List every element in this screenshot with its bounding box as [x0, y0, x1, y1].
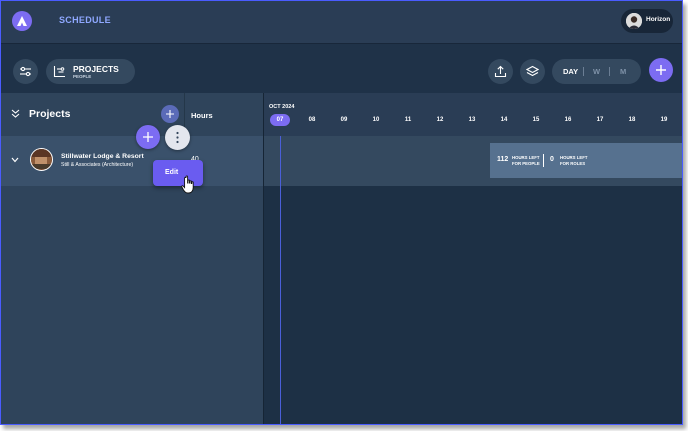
range-month[interactable]: M	[620, 67, 626, 76]
range-divider	[583, 67, 584, 76]
projects-view-icon	[53, 66, 65, 78]
app-window: SCHEDULE Horizon PROJECTS PEOPLE DAY W M…	[0, 0, 683, 425]
menu-item-edit[interactable]: Edit	[165, 169, 178, 176]
project-client: Still & Associates (Architecture)	[61, 161, 134, 168]
view-title: PROJECTS	[73, 64, 119, 74]
hand-cursor-icon	[181, 175, 194, 194]
view-switcher[interactable]: PROJECTS PEOPLE	[46, 59, 135, 84]
day-label[interactable]: 18	[622, 114, 642, 126]
day-label[interactable]: 17	[590, 114, 610, 126]
more-options-button[interactable]	[165, 125, 190, 150]
plus-icon	[656, 65, 666, 75]
people-hours-label: HOURS LEFT	[512, 155, 540, 160]
timeline-header: OCT 2024 07 08 09 10 11 12 13 14 15 16 1…	[264, 93, 682, 136]
range-day[interactable]: DAY	[563, 67, 578, 76]
logo-icon[interactable]	[12, 11, 32, 31]
chevrons-collapse-icon[interactable]	[11, 109, 20, 118]
roles-hours-label: HOURS LEFT	[560, 155, 588, 160]
upload-icon	[494, 65, 507, 78]
month-label: OCT 2024	[269, 104, 295, 110]
day-label[interactable]: 15	[526, 114, 546, 126]
day-label[interactable]: 09	[334, 114, 354, 126]
day-label[interactable]: 13	[462, 114, 482, 126]
capacity-bar[interactable]: 112 HOURS LEFT FOR PEOPLE 0 HOURS LEFT F…	[490, 143, 682, 178]
layers-icon	[526, 65, 539, 77]
capacity-divider	[543, 154, 544, 167]
timeline: OCT 2024 07 08 09 10 11 12 13 14 15 16 1…	[263, 93, 682, 424]
plus-icon	[166, 110, 174, 118]
people-hours-left: 112	[497, 156, 509, 163]
project-name: Stillwater Lodge & Resort	[61, 153, 144, 160]
avatar	[626, 13, 642, 29]
range-divider	[609, 67, 610, 76]
roles-hours-left: 0	[550, 156, 554, 163]
toolbar: PROJECTS PEOPLE DAY W M	[1, 43, 682, 93]
add-to-project-button[interactable]	[136, 125, 160, 149]
more-vertical-icon	[176, 131, 179, 144]
add-project-button[interactable]	[161, 105, 179, 123]
filter-icon	[20, 66, 31, 77]
layers-button[interactable]	[520, 59, 545, 84]
panel-header: Projects Hours	[1, 93, 263, 136]
chevron-down-icon[interactable]	[11, 157, 19, 163]
day-label[interactable]: 07	[270, 114, 290, 126]
user-name: Horizon	[646, 16, 671, 23]
hours-column-header: Hours	[191, 111, 213, 120]
day-label[interactable]: 12	[430, 114, 450, 126]
day-label[interactable]: 10	[366, 114, 386, 126]
top-bar: SCHEDULE Horizon	[1, 1, 682, 43]
today-marker	[280, 136, 281, 424]
roles-hours-label: FOR ROLES	[560, 161, 586, 166]
plus-icon	[143, 132, 153, 142]
projects-panel: Projects Hours Stillwater Lodge & Resort…	[1, 93, 263, 424]
day-label[interactable]: 08	[302, 114, 322, 126]
view-subtitle: PEOPLE	[73, 73, 92, 79]
project-row[interactable]: Stillwater Lodge & Resort Still & Associ…	[1, 136, 263, 186]
filter-button[interactable]	[13, 59, 38, 84]
day-label[interactable]: 11	[398, 114, 418, 126]
day-label[interactable]: 16	[558, 114, 578, 126]
people-hours-label: FOR PEOPLE	[512, 161, 540, 166]
add-button[interactable]	[649, 58, 673, 82]
panel-title: Projects	[29, 108, 71, 120]
day-label[interactable]: 14	[494, 114, 514, 126]
range-week[interactable]: W	[593, 67, 600, 76]
user-menu[interactable]: Horizon	[621, 9, 673, 33]
project-thumbnail	[30, 148, 53, 171]
app-title: SCHEDULE	[59, 15, 111, 25]
export-button[interactable]	[488, 59, 513, 84]
day-label[interactable]: 19	[654, 114, 674, 126]
range-switcher: DAY W M	[552, 59, 641, 84]
